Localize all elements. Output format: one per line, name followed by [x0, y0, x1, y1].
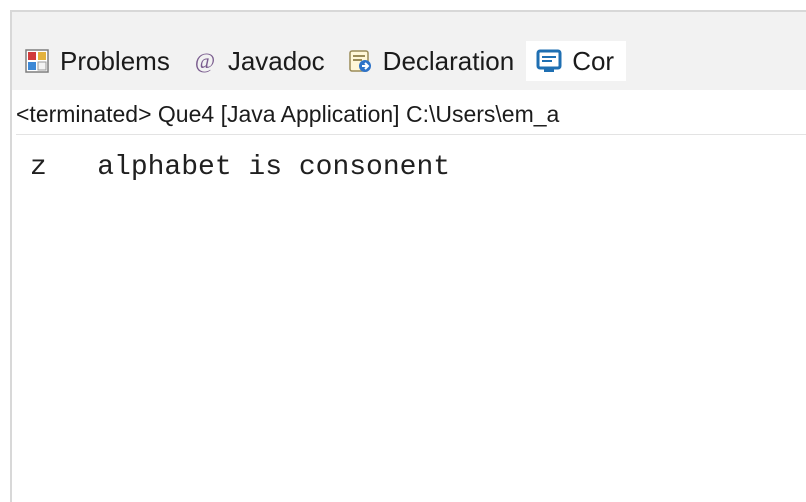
tab-declaration-label: Declaration	[382, 45, 515, 76]
tab-console-label: Cor	[572, 45, 615, 76]
problems-icon	[24, 48, 50, 74]
console-output[interactable]: z alphabet is consonent	[30, 150, 806, 186]
tab-problems-label: Problems	[60, 45, 170, 76]
tab-console[interactable]: Cor	[526, 41, 627, 81]
declaration-icon	[347, 48, 373, 74]
tab-declaration[interactable]: Declaration	[337, 41, 527, 81]
console-icon	[536, 48, 562, 74]
javadoc-at-icon: @	[194, 48, 215, 73]
tab-javadoc[interactable]: @ Javadoc	[182, 41, 337, 81]
tab-javadoc-label: Javadoc	[227, 45, 325, 76]
eclipse-view-frame: Problems @ Javadoc Declaration Cor <term…	[0, 0, 806, 502]
tab-problems[interactable]: Problems	[14, 41, 182, 81]
tab-strip: Problems @ Javadoc Declaration Cor	[14, 41, 627, 81]
process-status-line: <terminated> Que4 [Java Application] C:\…	[16, 94, 806, 135]
